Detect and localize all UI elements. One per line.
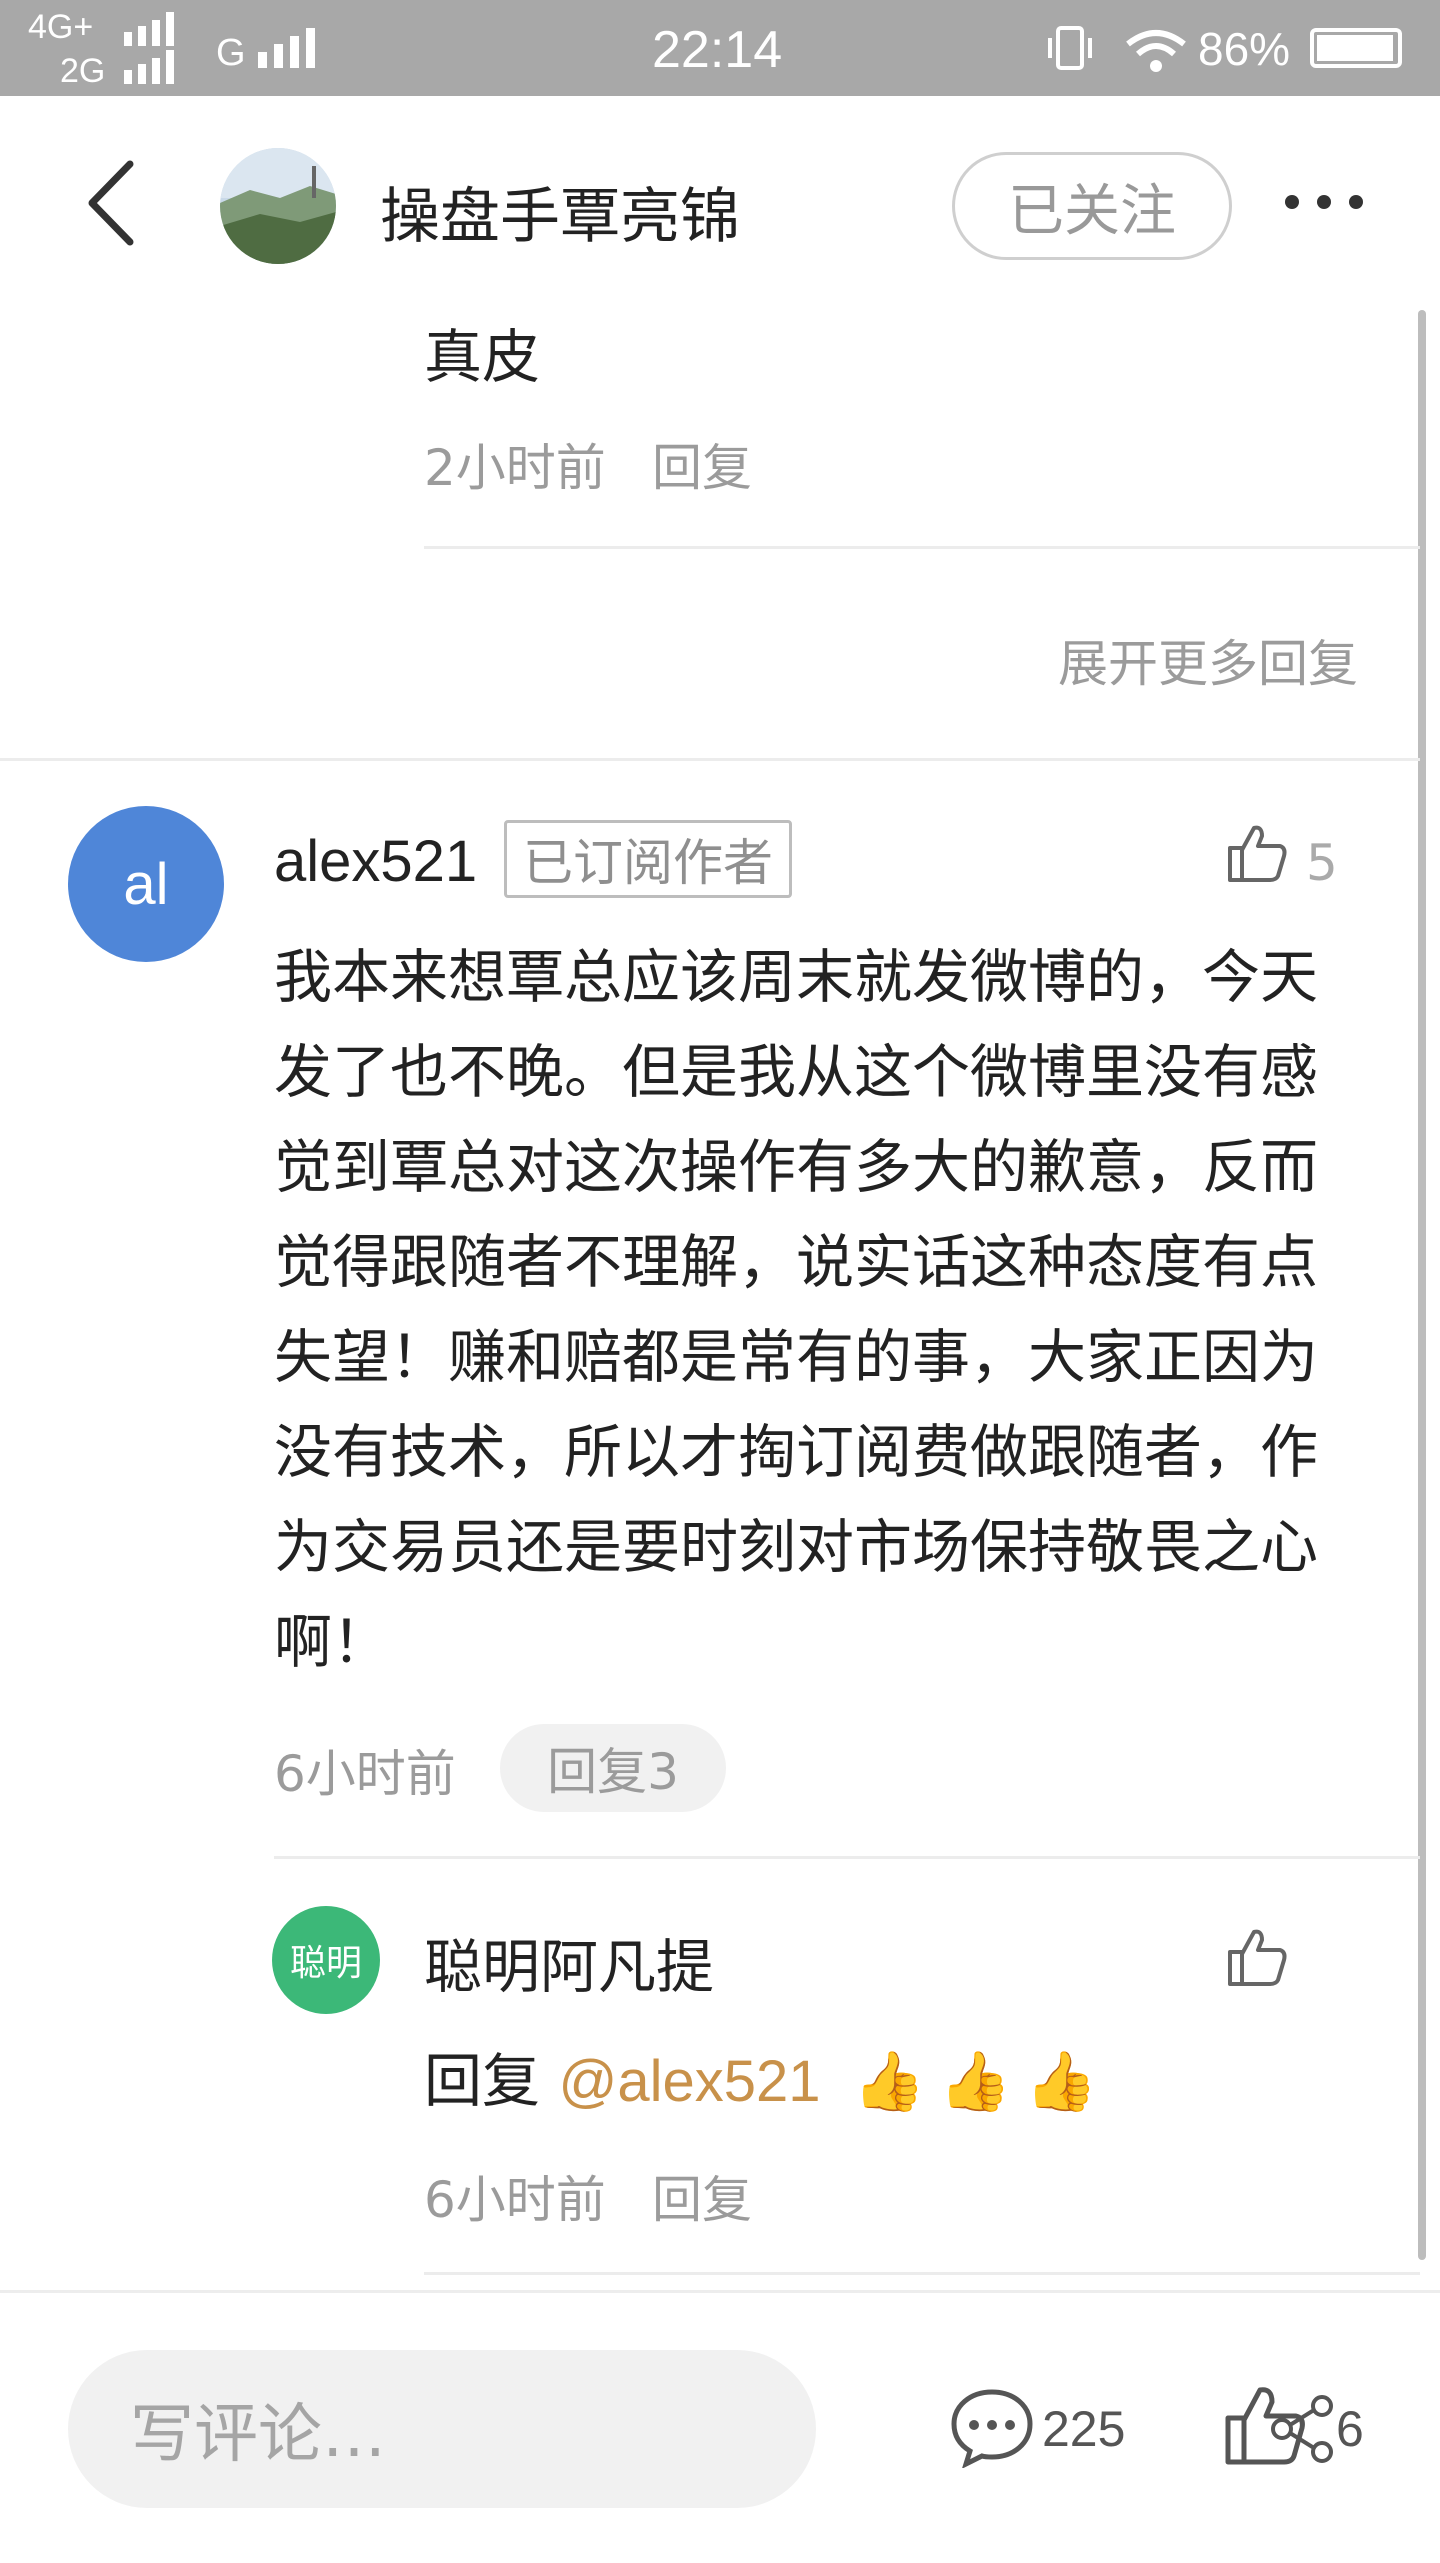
wifi-icon: [1126, 30, 1186, 72]
thumbs-up-emojis: 👍👍👍: [852, 2047, 1112, 2115]
reply-button[interactable]: 回复: [652, 428, 752, 500]
avatar-initials: al: [123, 851, 169, 917]
sub-reply-text: 回复 @alex521 👍👍👍: [424, 2034, 1112, 2118]
back-arrow-icon[interactable]: [82, 158, 142, 248]
sub-reply-button[interactable]: 回复: [652, 2160, 752, 2232]
sub-like-icon[interactable]: [1226, 1926, 1288, 1988]
comment-icon[interactable]: [950, 2388, 1034, 2468]
bottom-like-count: 6: [1336, 2401, 1364, 2457]
battery-percent: 86%: [1198, 23, 1291, 75]
reply-prefix: 回复: [424, 2047, 559, 2115]
reply-time: 2小时前: [424, 439, 606, 497]
share-icon[interactable]: [1268, 2394, 1338, 2464]
author-name[interactable]: 操盘手覃亮锦: [380, 168, 740, 255]
divider: [0, 758, 1420, 761]
reply-count-button[interactable]: 回复3: [500, 1724, 726, 1812]
like-count: 5: [1306, 834, 1338, 892]
commenter-avatar[interactable]: al: [68, 806, 224, 962]
follow-button[interactable]: 已关注: [952, 152, 1232, 260]
comment-body: 我本来想覃总应该周末就发微博的，今天发了也不晚。但是我从这个微博里没有感觉到覃总…: [274, 943, 1319, 1676]
comment-input[interactable]: 写评论…: [68, 2350, 816, 2508]
sub-reply-username[interactable]: 聪明阿凡提: [424, 1920, 714, 2004]
divider: [424, 2272, 1420, 2275]
network-type-primary: 4G+: [28, 8, 94, 46]
vibrate-icon: [1048, 26, 1092, 70]
signal-icon-2: [258, 28, 315, 68]
subscriber-badge: 已订阅作者: [504, 820, 792, 898]
status-bar: 4G+ 2G G 22:14 86%: [0, 0, 1440, 96]
battery-icon: [1310, 28, 1402, 68]
divider: [424, 546, 1420, 549]
divider: [274, 1856, 1420, 1859]
clock: 22:14: [652, 21, 783, 79]
sub-reply-time: 6小时前: [424, 2171, 606, 2229]
sub-reply-avatar[interactable]: 聪明: [272, 1906, 380, 2014]
network-type-secondary: 2G: [60, 52, 106, 90]
reply-count-label: 回复3: [547, 1743, 679, 1801]
sub-avatar-text: 聪明: [289, 1943, 362, 1984]
network-type-tertiary: G: [216, 32, 246, 74]
comment-input-placeholder: 写评论…: [130, 2398, 386, 2472]
like-icon[interactable]: [1226, 822, 1288, 884]
comment-count: 225: [1042, 2401, 1126, 2457]
more-icon[interactable]: [1282, 190, 1368, 214]
comment-time: 6小时前: [274, 1745, 456, 1803]
reply-text: 真皮: [424, 323, 541, 391]
commenter-username[interactable]: alex521: [274, 828, 477, 895]
expand-more-replies[interactable]: 展开更多回复: [1058, 624, 1358, 696]
author-avatar[interactable]: [220, 148, 336, 264]
mention-link[interactable]: @alex521: [558, 2049, 820, 2114]
scrollbar[interactable]: [1418, 310, 1426, 2260]
signal-icon: [124, 12, 174, 84]
header: 操盘手覃亮锦 已关注: [0, 96, 1440, 314]
